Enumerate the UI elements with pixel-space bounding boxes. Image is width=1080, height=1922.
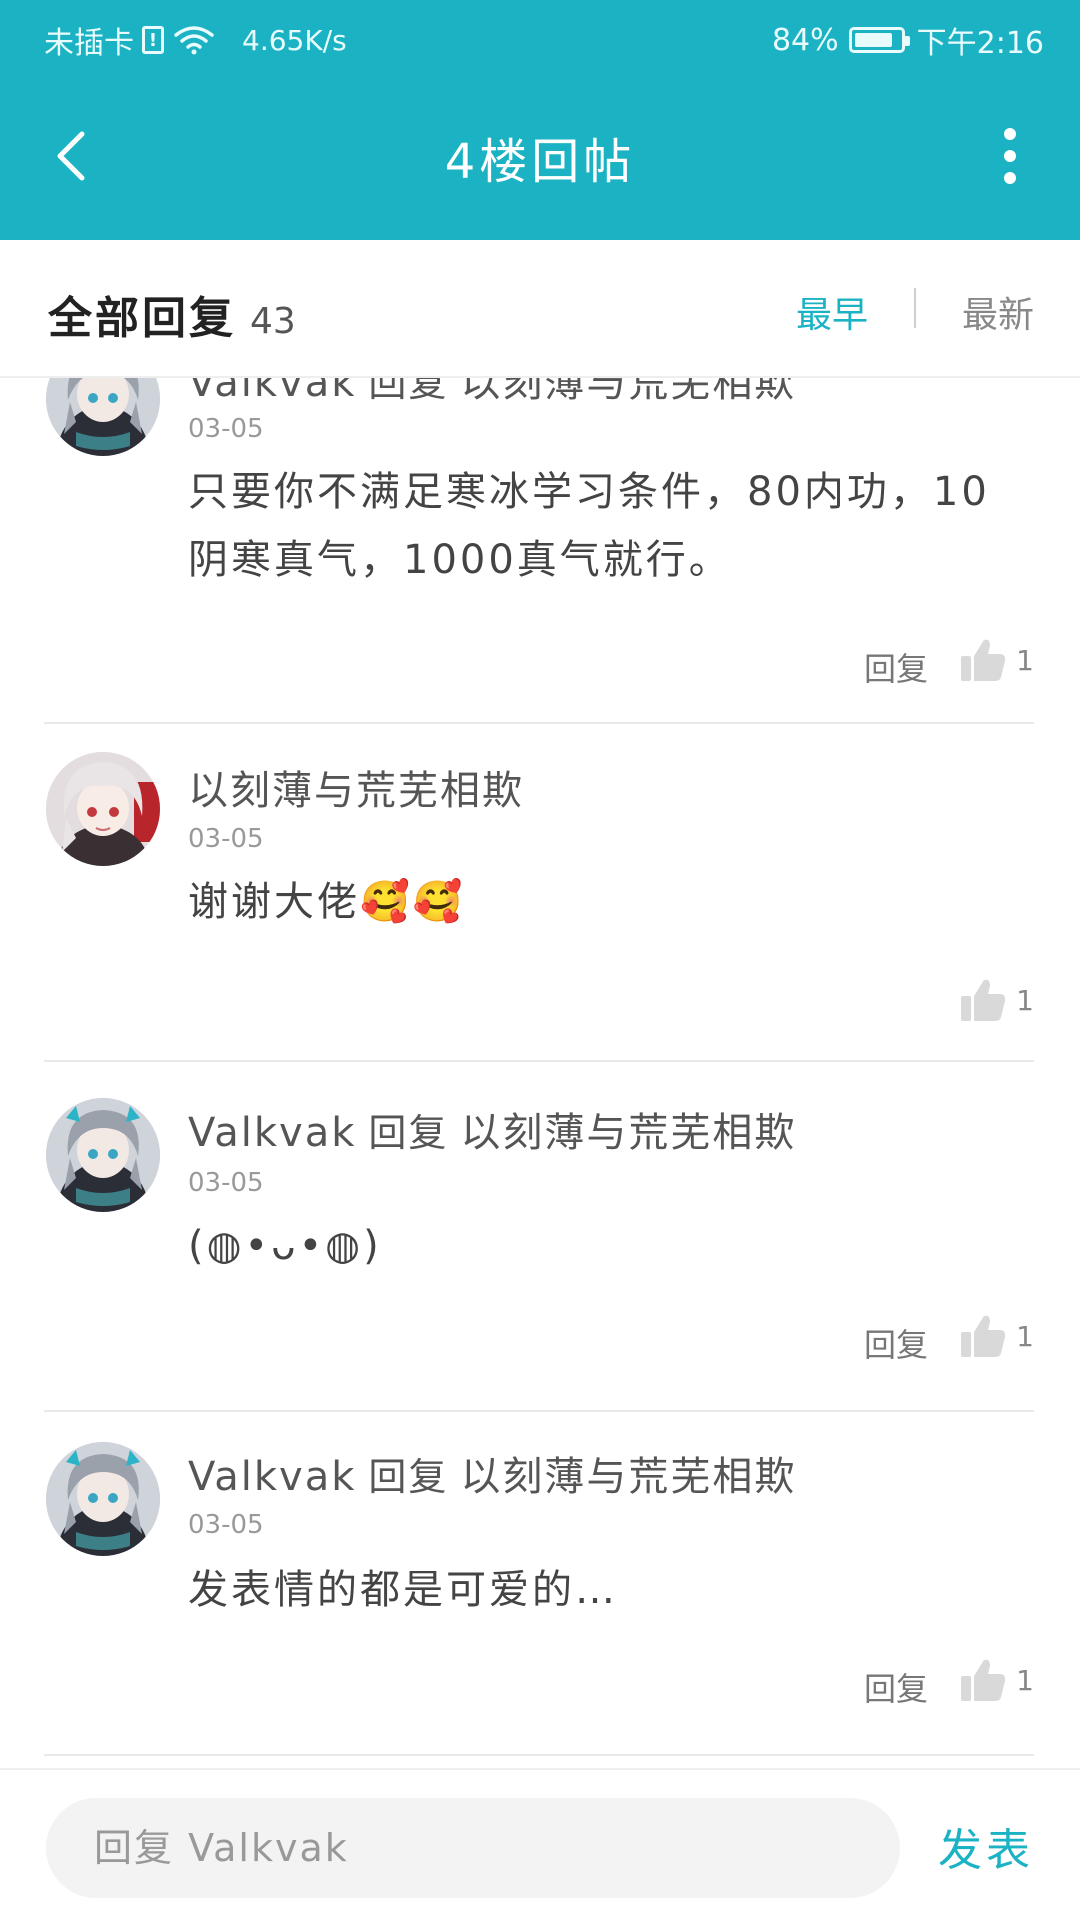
replies-header: 全部回复 43 最早 最新: [0, 240, 1080, 378]
like-button[interactable]: 1: [960, 1314, 1034, 1358]
more-options-button[interactable]: [980, 116, 1040, 196]
thumbs-up-icon: [961, 1315, 1006, 1357]
reply-date: 03-05: [188, 824, 264, 854]
like-button[interactable]: 1: [960, 1658, 1034, 1702]
like-count: 1: [1016, 1663, 1034, 1697]
reply-connector: 回复: [368, 1111, 449, 1155]
reply-date: 03-05: [188, 1168, 264, 1198]
sort-earliest-tab[interactable]: 最早: [796, 286, 868, 338]
status-left: 未插卡 ! 4.65K/s: [44, 18, 347, 62]
reply-item: Valkvak 回复 以刻薄与荒芜相欺 03-05 只要你不满足寒冰学习条件，80内…: [0, 378, 1080, 724]
author-name[interactable]: 以刻薄与荒芜相欺: [188, 758, 524, 816]
reply-item: Valkvak 回复 以刻薄与荒芜相欺 03-05 发表情的都是可爱的… 回复 1: [0, 1412, 1080, 1758]
like-count: 1: [1016, 1319, 1034, 1353]
status-bar: 未插卡 ! 4.65K/s 84% 下午2:16: [0, 0, 1080, 76]
reply-item: Valkvak 回复 以刻薄与荒芜相欺 03-05 (◍•ᴗ•◍) 回复 1: [0, 1068, 1080, 1412]
network-speed: 4.65K/s: [242, 23, 347, 57]
top-bar: 未插卡 ! 4.65K/s 84% 下午2:16 4楼回帖: [0, 0, 1080, 240]
divider: [44, 1060, 1034, 1062]
avatar[interactable]: [46, 378, 160, 456]
thumbs-up-icon: [961, 1659, 1006, 1701]
reply-list[interactable]: Valkvak 回复 以刻薄与荒芜相欺 03-05 只要你不满足寒冰学习条件，80内…: [0, 378, 1080, 1768]
like-count: 1: [1016, 643, 1034, 677]
reply-content: 只要你不满足寒冰学习条件，80内功，10阴寒真气，1000真气就行。: [188, 469, 990, 583]
reply-connector: 回复: [368, 1455, 449, 1499]
sort-newest-tab[interactable]: 最新: [962, 286, 1034, 338]
status-right: 84% 下午2:16: [772, 18, 1044, 62]
reply-content: (◍•ᴗ•◍): [188, 1223, 382, 1269]
author-name[interactable]: Valkvak: [188, 1454, 356, 1500]
divider: [44, 1754, 1034, 1756]
avatar[interactable]: [46, 1098, 160, 1212]
more-dot-icon: [1004, 128, 1016, 140]
more-dot-icon: [1004, 150, 1016, 162]
page-title: 4楼回帖: [444, 134, 636, 190]
reply-author-line: Valkvak 回复 以刻薄与荒芜相欺: [188, 1444, 796, 1502]
all-replies-label: 全部回复: [48, 293, 236, 344]
sort-divider: [914, 288, 916, 328]
battery-fill: [854, 33, 892, 47]
reply-count: 43: [250, 301, 296, 342]
reply-target-name[interactable]: 以刻薄与荒芜相欺: [460, 378, 796, 406]
sim-alert-icon: !: [142, 26, 164, 54]
like-button[interactable]: 1: [960, 638, 1034, 682]
reply-target-name[interactable]: 以刻薄与荒芜相欺: [460, 1110, 796, 1156]
reply-button[interactable]: 回复: [864, 644, 928, 690]
reply-button[interactable]: 回复: [864, 1664, 928, 1710]
avatar[interactable]: [46, 752, 160, 866]
reply-date: 03-05: [188, 1510, 264, 1540]
publish-button[interactable]: 发表: [938, 1814, 1034, 1878]
reply-date: 03-05: [188, 414, 264, 444]
reply-input[interactable]: [46, 1798, 900, 1898]
reply-author-line: Valkvak 回复 以刻薄与荒芜相欺: [188, 1100, 796, 1158]
nav-bar: 4楼回帖: [0, 100, 1080, 210]
battery-icon: [848, 27, 910, 53]
wifi-icon: [174, 26, 214, 55]
thumbs-up-icon: [961, 979, 1006, 1021]
author-name[interactable]: Valkvak: [188, 378, 356, 406]
more-dot-icon: [1004, 172, 1016, 184]
reply-target-name[interactable]: 以刻薄与荒芜相欺: [460, 1454, 796, 1500]
like-button[interactable]: 1: [960, 978, 1034, 1022]
reply-content: 发表情的都是可爱的…: [188, 1567, 618, 1613]
like-count: 1: [1016, 983, 1034, 1017]
author-name[interactable]: Valkvak: [188, 1110, 356, 1156]
all-replies-title: 全部回复 43: [48, 282, 296, 346]
reply-content: 谢谢大佬🥰🥰: [188, 879, 466, 925]
reply-author-line: Valkvak 回复 以刻薄与荒芜相欺: [188, 378, 796, 408]
battery-percent: 84%: [771, 22, 839, 58]
reply-connector: 回复: [368, 378, 449, 405]
thumbs-up-icon: [961, 639, 1006, 681]
reply-composer: 发表: [0, 1768, 1080, 1922]
reply-item: 以刻薄与荒芜相欺 03-05 谢谢大佬🥰🥰 1: [0, 724, 1080, 1068]
avatar[interactable]: [46, 1442, 160, 1556]
clock: 下午2:16: [916, 26, 1044, 61]
carrier-text: 未插卡: [44, 26, 134, 61]
reply-button[interactable]: 回复: [864, 1320, 928, 1366]
